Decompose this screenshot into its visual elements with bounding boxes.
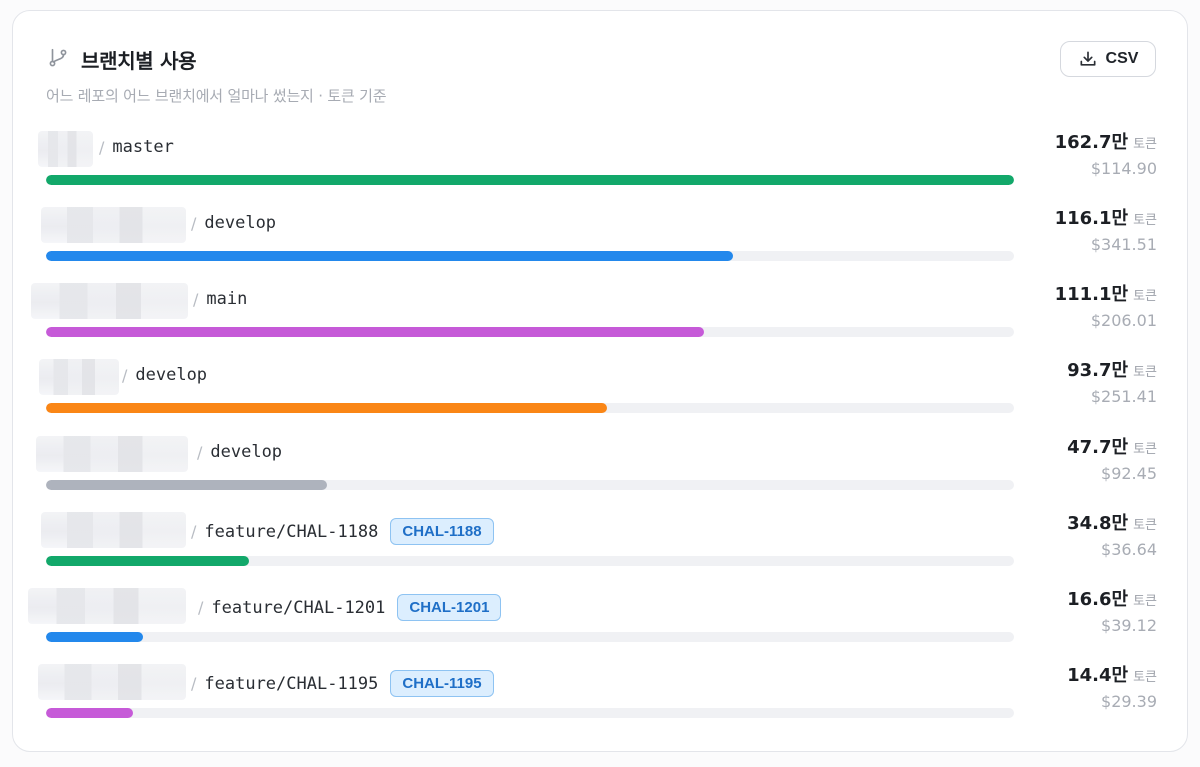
repo-name-redacted bbox=[31, 283, 188, 319]
branch-row: / feature/CHAL-1201 CHAL-1201 16.6만 토큰 $3… bbox=[13, 588, 1189, 664]
token-count: 14.4만 토큰 bbox=[1067, 665, 1157, 686]
token-count: 34.8만 토큰 bbox=[1067, 513, 1157, 534]
repo-name-redacted bbox=[38, 664, 186, 700]
csv-download-button[interactable]: CSV bbox=[1060, 41, 1156, 77]
ticket-badge[interactable]: CHAL-1201 bbox=[397, 594, 502, 621]
path-separator: / bbox=[198, 598, 204, 617]
usage-bar bbox=[46, 708, 134, 718]
branch-name: feature/CHAL-1188 bbox=[204, 521, 379, 542]
cost-value: $251.41 bbox=[1090, 387, 1157, 406]
token-count: 16.6만 토큰 bbox=[1067, 589, 1157, 610]
usage-bar bbox=[46, 632, 143, 642]
usage-bar bbox=[46, 175, 1014, 185]
download-icon bbox=[1080, 51, 1096, 66]
usage-bar bbox=[46, 556, 250, 566]
branch-row: / main 111.1만 토큰 $206.01 bbox=[13, 283, 1189, 359]
usage-bar-track bbox=[46, 708, 1014, 718]
cost-value: $39.12 bbox=[1101, 616, 1157, 635]
path-separator: / bbox=[191, 213, 197, 233]
branch-name: main bbox=[206, 289, 248, 309]
branch-row: / feature/CHAL-1195 CHAL-1195 14.4만 토큰 $2… bbox=[13, 664, 1189, 740]
path-separator: / bbox=[191, 522, 197, 541]
repo-name-redacted bbox=[28, 588, 186, 624]
branch-name: develop bbox=[135, 365, 208, 385]
cost-value: $92.45 bbox=[1101, 464, 1157, 483]
branch-name: feature/CHAL-1195 bbox=[204, 673, 379, 694]
usage-bar-track bbox=[46, 632, 1014, 642]
cost-value: $341.51 bbox=[1090, 235, 1157, 254]
path-separator: / bbox=[99, 137, 105, 157]
token-count: 47.7만 토큰 bbox=[1067, 437, 1157, 458]
branch-name: develop bbox=[204, 213, 277, 233]
usage-bar-track bbox=[46, 556, 1014, 566]
path-separator: / bbox=[197, 442, 203, 462]
usage-bar-track bbox=[46, 403, 1014, 413]
ticket-badge[interactable]: CHAL-1188 bbox=[390, 518, 494, 545]
branch-row: / feature/CHAL-1188 CHAL-1188 34.8만 토큰 $3… bbox=[13, 512, 1189, 588]
repo-name-redacted bbox=[36, 436, 188, 472]
branch-row: / develop 116.1만 토큰 $341.51 bbox=[13, 207, 1189, 283]
branch-row: / master 162.7만 토큰 $114.90 bbox=[13, 131, 1189, 207]
cost-value: $206.01 bbox=[1090, 311, 1157, 330]
branch-name: develop bbox=[210, 442, 283, 462]
usage-bar-track bbox=[46, 175, 1014, 185]
branch-usage-card: 브랜치별 사용 어느 레포의 어느 브랜치에서 얼마나 썼는지 · 토큰 기준 … bbox=[12, 10, 1188, 752]
repo-name-redacted bbox=[38, 131, 93, 167]
usage-bar bbox=[46, 327, 705, 337]
token-count: 162.7만 토큰 bbox=[1054, 132, 1157, 153]
branch-row: / develop 93.7만 토큰 $251.41 bbox=[13, 359, 1189, 435]
usage-bar-track bbox=[46, 327, 1014, 337]
token-count: 116.1만 토큰 bbox=[1054, 208, 1157, 229]
page-title: 브랜치별 사용 bbox=[81, 49, 197, 73]
usage-bar bbox=[46, 480, 327, 490]
token-count: 111.1만 토큰 bbox=[1054, 284, 1157, 305]
path-separator: / bbox=[122, 365, 128, 385]
ticket-badge[interactable]: CHAL-1195 bbox=[390, 670, 494, 697]
usage-bar-track bbox=[46, 251, 1014, 261]
repo-name-redacted bbox=[41, 207, 186, 243]
usage-bar bbox=[46, 251, 734, 261]
branch-name: master bbox=[112, 137, 174, 157]
csv-label: CSV bbox=[1105, 50, 1139, 67]
usage-bar bbox=[46, 403, 608, 413]
cost-value: $36.64 bbox=[1101, 540, 1157, 559]
path-separator: / bbox=[193, 289, 199, 309]
branch-name: feature/CHAL-1201 bbox=[211, 597, 386, 618]
cost-value: $114.90 bbox=[1090, 159, 1157, 178]
cost-value: $29.39 bbox=[1101, 692, 1157, 711]
git-branch-icon bbox=[49, 48, 67, 67]
page-subtitle: 어느 레포의 어느 브랜치에서 얼마나 썼는지 · 토큰 기준 bbox=[46, 87, 387, 105]
path-separator: / bbox=[191, 674, 197, 693]
usage-bar-track bbox=[46, 480, 1014, 490]
branch-row: / develop 47.7만 토큰 $92.45 bbox=[13, 436, 1189, 512]
repo-name-redacted bbox=[39, 359, 119, 395]
token-count: 93.7만 토큰 bbox=[1067, 360, 1157, 381]
repo-name-redacted bbox=[41, 512, 186, 548]
